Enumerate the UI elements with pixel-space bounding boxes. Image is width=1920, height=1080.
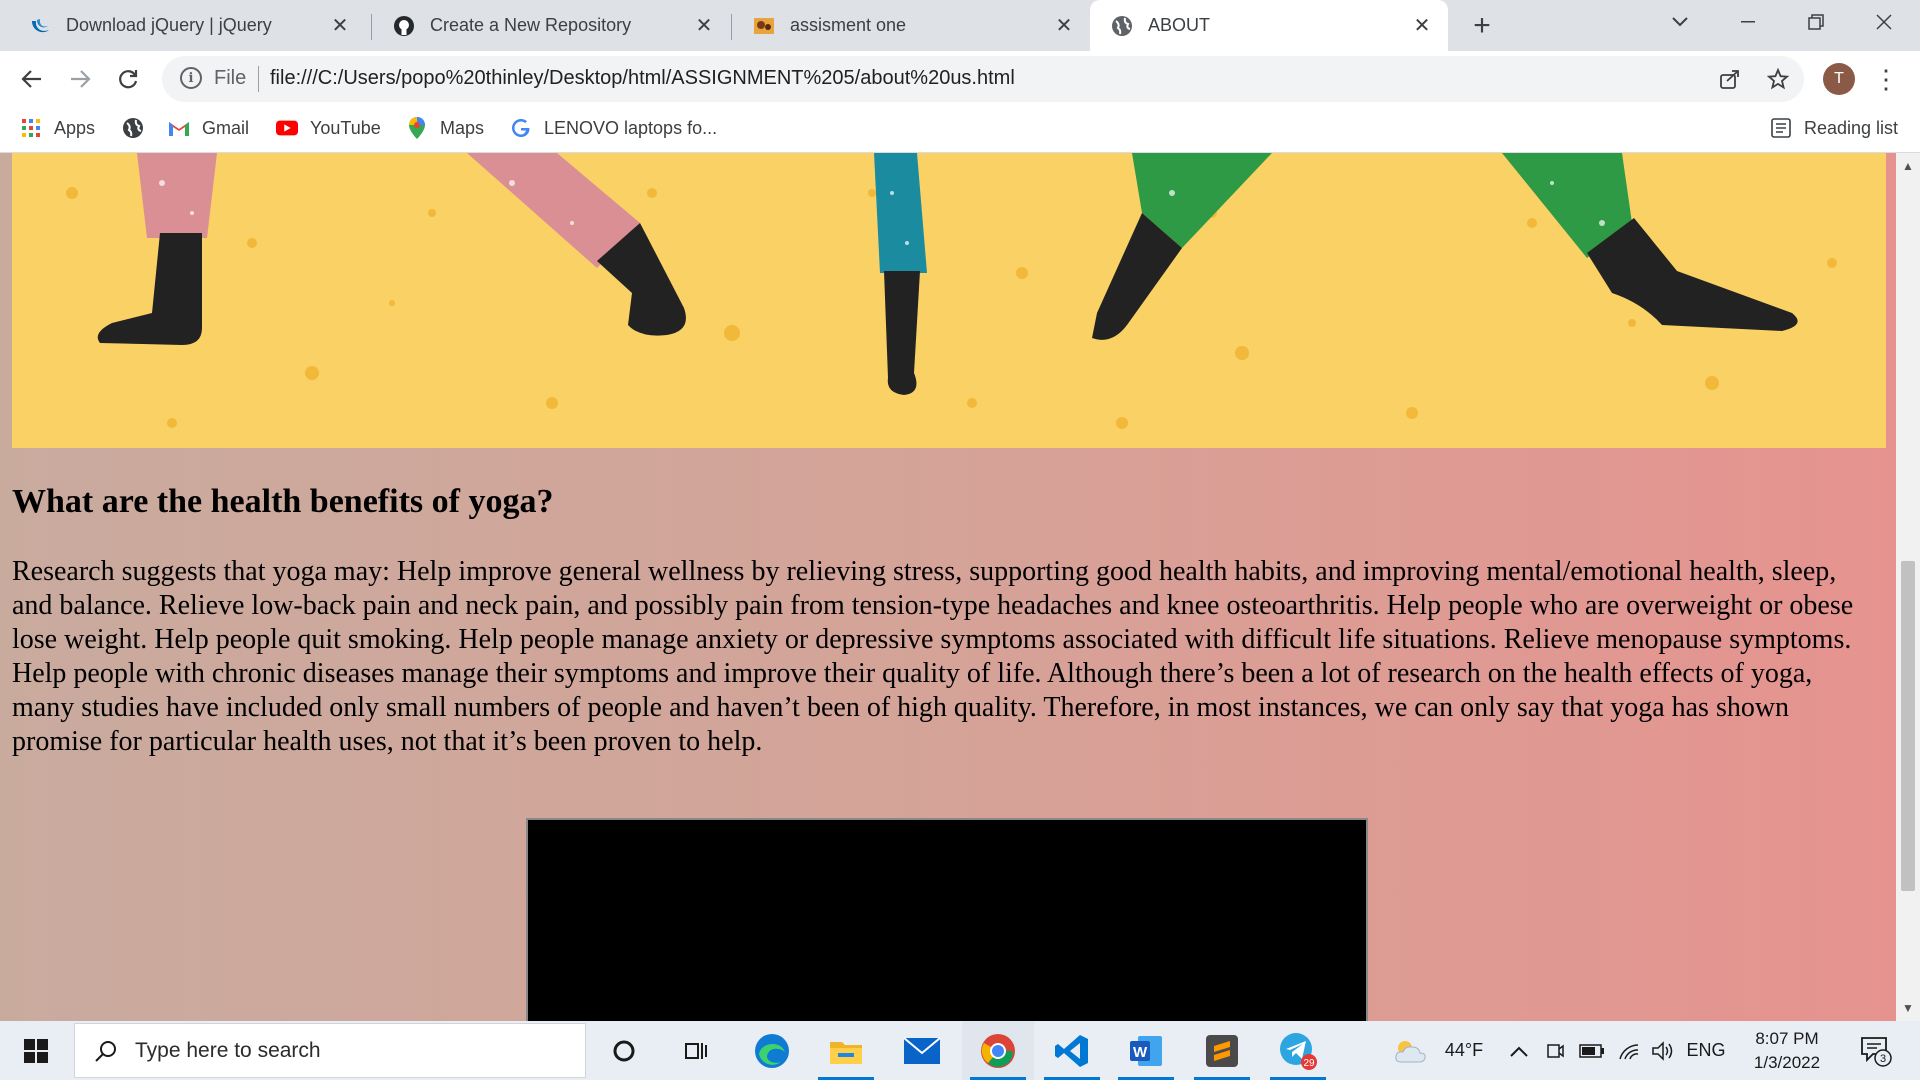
chrome-icon[interactable] bbox=[962, 1021, 1034, 1080]
bookmark-gmail[interactable]: Gmail bbox=[168, 113, 249, 143]
bookmark-globe[interactable] bbox=[122, 113, 156, 143]
tab-about[interactable]: ABOUT ✕ bbox=[1090, 0, 1448, 51]
cortana-icon[interactable] bbox=[588, 1021, 660, 1080]
info-icon[interactable]: i bbox=[180, 67, 202, 89]
google-icon bbox=[510, 117, 532, 139]
bookmark-maps[interactable]: Maps bbox=[406, 113, 484, 143]
search-icon bbox=[91, 1036, 121, 1066]
bookmark-label: Apps bbox=[54, 117, 96, 138]
gmail-icon bbox=[168, 117, 190, 139]
scroll-down-arrow-icon[interactable]: ▼ bbox=[1896, 999, 1920, 1017]
weather-temp[interactable]: 44°F bbox=[1436, 1021, 1492, 1080]
tab-search-icon[interactable] bbox=[1650, 0, 1710, 44]
page-viewport: What are the health benefits of yoga? Re… bbox=[0, 153, 1896, 1021]
browser-toolbar: i File file:///C:/Users/popo%20thinley/D… bbox=[0, 51, 1920, 105]
sublime-text-icon[interactable] bbox=[1186, 1021, 1258, 1080]
site-favicon-icon bbox=[752, 14, 776, 38]
apps-grid-icon bbox=[20, 117, 42, 139]
volume-icon[interactable] bbox=[1648, 1021, 1678, 1080]
bookmark-star-icon[interactable] bbox=[1764, 65, 1792, 93]
bookmark-label: YouTube bbox=[310, 117, 381, 138]
battery-icon[interactable] bbox=[1576, 1021, 1608, 1080]
url-text[interactable]: file:///C:/Users/popo%20thinley/Desktop/… bbox=[270, 67, 1015, 90]
tab-strip: Download jQuery | jQuery ✕ Create a New … bbox=[0, 0, 1920, 51]
search-placeholder: Type here to search bbox=[135, 1038, 321, 1062]
telegram-icon[interactable]: 29 bbox=[1262, 1021, 1334, 1080]
telegram-badge: 29 bbox=[1303, 1058, 1315, 1069]
reading-list-label: Reading list bbox=[1804, 117, 1899, 138]
tray-overflow-icon[interactable] bbox=[1506, 1021, 1532, 1080]
notification-count: 3 bbox=[1880, 1053, 1886, 1065]
browser-menu-icon[interactable]: ⋮ bbox=[1873, 63, 1899, 95]
page-scrollbar[interactable]: ▲ ▼ bbox=[1896, 153, 1920, 1021]
clock-time: 8:07 PM bbox=[1755, 1028, 1819, 1048]
tab-assisment[interactable]: assisment one ✕ bbox=[732, 0, 1090, 51]
tab-title: Create a New Repository bbox=[430, 15, 632, 35]
close-tab-icon[interactable]: ✕ bbox=[1410, 14, 1434, 38]
bookmark-apps[interactable]: Apps bbox=[20, 113, 95, 143]
tab-title: ABOUT bbox=[1148, 15, 1211, 35]
system-clock[interactable]: 8:07 PM 1/3/2022 bbox=[1736, 1021, 1838, 1080]
meet-now-icon[interactable] bbox=[1540, 1021, 1570, 1080]
scroll-up-arrow-icon[interactable]: ▲ bbox=[1896, 157, 1920, 175]
language-indicator[interactable]: ENG bbox=[1684, 1021, 1728, 1080]
reading-list-icon bbox=[1770, 117, 1792, 139]
forward-button[interactable] bbox=[62, 61, 98, 97]
start-button[interactable] bbox=[0, 1021, 72, 1080]
bookmark-lenovo[interactable]: LENOVO laptops fo... bbox=[510, 113, 717, 143]
omnibox-divider bbox=[258, 66, 259, 92]
mail-icon[interactable] bbox=[886, 1021, 958, 1080]
tab-title: assisment one bbox=[790, 15, 907, 35]
close-tab-icon[interactable]: ✕ bbox=[328, 14, 352, 38]
clock-date: 1/3/2022 bbox=[1753, 1052, 1821, 1072]
new-tab-button[interactable]: + bbox=[1466, 9, 1498, 42]
windows-logo-icon bbox=[24, 1038, 48, 1063]
video-player[interactable] bbox=[526, 818, 1368, 1021]
page-heading: What are the health benefits of yoga? bbox=[12, 483, 554, 520]
svg-text:W: W bbox=[1133, 1044, 1148, 1061]
task-view-icon[interactable] bbox=[660, 1021, 732, 1080]
windows-taskbar: Type here to search W 29 44°F ENG 8:07 P… bbox=[0, 1021, 1920, 1080]
reload-button[interactable] bbox=[110, 61, 146, 97]
github-icon bbox=[392, 14, 416, 38]
benefits-paragraph: Research suggests that yoga may: Help im… bbox=[12, 556, 1854, 757]
taskbar-search-box[interactable]: Type here to search bbox=[74, 1023, 586, 1078]
minimize-button[interactable] bbox=[1718, 0, 1778, 44]
edge-icon[interactable] bbox=[736, 1021, 808, 1080]
jquery-icon bbox=[28, 14, 52, 38]
wifi-icon[interactable] bbox=[1614, 1021, 1644, 1080]
close-tab-icon[interactable]: ✕ bbox=[692, 14, 716, 38]
close-tab-icon[interactable]: ✕ bbox=[1052, 14, 1076, 38]
bookmark-youtube[interactable]: YouTube bbox=[276, 113, 381, 143]
reading-list-button[interactable]: Reading list bbox=[1770, 113, 1898, 143]
address-bar[interactable]: i File file:///C:/Users/popo%20thinley/D… bbox=[162, 56, 1804, 102]
bookmark-label: LENOVO laptops fo... bbox=[544, 117, 718, 138]
scrollbar-thumb[interactable] bbox=[1901, 561, 1915, 891]
scheme-label: File bbox=[214, 67, 247, 89]
profile-avatar[interactable]: T bbox=[1823, 63, 1855, 95]
close-window-button[interactable] bbox=[1854, 0, 1914, 44]
maps-icon bbox=[406, 117, 428, 139]
bookmark-label: Gmail bbox=[202, 117, 250, 138]
bookmark-label: Maps bbox=[440, 117, 485, 138]
word-icon[interactable]: W bbox=[1110, 1021, 1182, 1080]
restore-button[interactable] bbox=[1786, 0, 1846, 44]
tab-jquery[interactable]: Download jQuery | jQuery ✕ bbox=[8, 0, 366, 51]
weather-icon[interactable] bbox=[1392, 1021, 1428, 1080]
globe-icon bbox=[122, 117, 144, 139]
tab-github[interactable]: Create a New Repository ✕ bbox=[372, 0, 730, 51]
notifications-icon[interactable]: 3 bbox=[1854, 1021, 1898, 1080]
vscode-icon[interactable] bbox=[1036, 1021, 1108, 1080]
bookmarks-bar: Apps Gmail YouTube Maps LENOVO laptops f… bbox=[0, 105, 1920, 153]
yoga-banner-image bbox=[12, 153, 1886, 448]
share-icon[interactable] bbox=[1716, 65, 1744, 93]
back-button[interactable] bbox=[14, 61, 50, 97]
globe-icon bbox=[1110, 14, 1134, 38]
tab-title: Download jQuery | jQuery bbox=[66, 15, 272, 35]
file-explorer-icon[interactable] bbox=[810, 1021, 882, 1080]
youtube-icon bbox=[276, 117, 298, 139]
